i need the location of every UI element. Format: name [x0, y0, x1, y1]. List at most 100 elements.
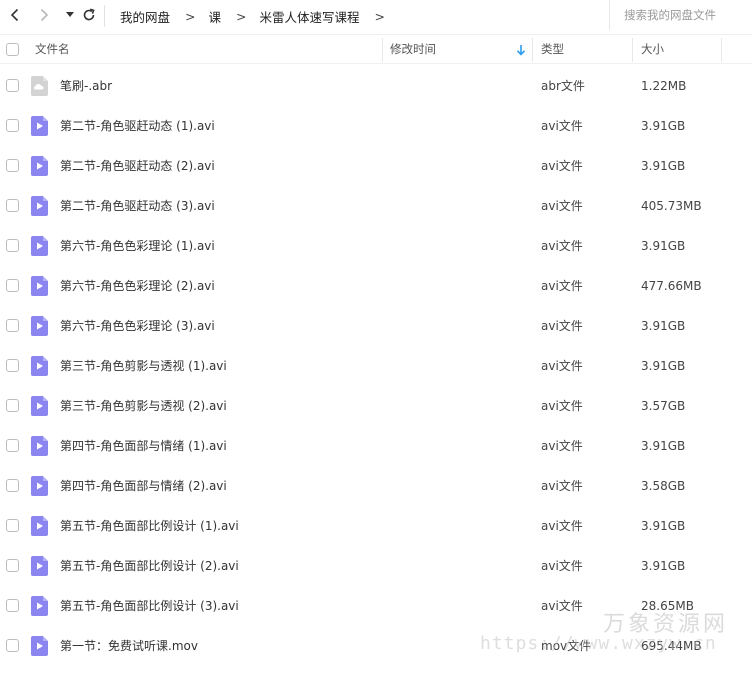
video-file-icon: [31, 276, 48, 296]
breadcrumb-item-course[interactable]: 课: [209, 7, 222, 26]
file-size: 3.91GB: [641, 319, 686, 333]
column-divider[interactable]: [532, 38, 533, 62]
file-row-checkbox[interactable]: [6, 79, 19, 92]
column-header-modified-time[interactable]: 修改时间: [390, 35, 436, 63]
file-row-checkbox[interactable]: [6, 359, 19, 372]
file-row-checkbox[interactable]: [6, 639, 19, 652]
column-divider[interactable]: [382, 38, 383, 62]
refresh-icon: [83, 8, 95, 21]
back-button[interactable]: [4, 4, 26, 26]
file-row-checkbox[interactable]: [6, 319, 19, 332]
file-row[interactable]: 第二节-角色驱赶动态 (3).avi avi文件 405.73MB: [0, 186, 752, 226]
file-row-checkbox[interactable]: [6, 519, 19, 532]
file-size: 3.57GB: [641, 399, 686, 413]
file-type: avi文件: [541, 399, 583, 413]
file-name[interactable]: 第四节-角色面部与情绪 (1).avi: [60, 426, 227, 466]
video-file-icon: [31, 116, 48, 136]
file-row[interactable]: 第六节-角色色彩理论 (1).avi avi文件 3.91GB: [0, 226, 752, 266]
file-size: 3.91GB: [641, 239, 686, 253]
file-row-checkbox[interactable]: [6, 399, 19, 412]
breadcrumb-item-current-folder[interactable]: 米雷人体速写课程: [260, 7, 360, 26]
file-name[interactable]: 笔刷-.abr: [60, 66, 112, 106]
file-size: 3.91GB: [641, 559, 686, 573]
file-row[interactable]: 第六节-角色色彩理论 (2).avi avi文件 477.66MB: [0, 266, 752, 306]
video-file-icon: [31, 556, 48, 576]
file-row-checkbox[interactable]: [6, 119, 19, 132]
column-header-name[interactable]: 文件名: [35, 35, 70, 63]
file-type: avi文件: [541, 119, 583, 133]
file-name[interactable]: 第六节-角色色彩理论 (3).avi: [60, 306, 215, 346]
file-name[interactable]: 第五节-角色面部比例设计 (2).avi: [60, 546, 239, 586]
breadcrumb-separator: >: [185, 8, 196, 24]
breadcrumb-separator: >: [236, 8, 247, 24]
file-type: avi文件: [541, 239, 583, 253]
file-size: 3.91GB: [641, 119, 686, 133]
file-type: avi文件: [541, 559, 583, 573]
file-type: avi文件: [541, 159, 583, 173]
file-name[interactable]: 第四节-角色面部与情绪 (2).avi: [60, 466, 227, 506]
video-file-icon: [31, 396, 48, 416]
navigation-bar: 我的网盘 > 课 > 米雷人体速写课程 >: [0, 0, 752, 32]
video-file-icon: [31, 316, 48, 336]
caret-down-icon: [66, 12, 74, 17]
file-row-checkbox[interactable]: [6, 279, 19, 292]
file-row[interactable]: 笔刷-.abr abr文件 1.22MB: [0, 66, 752, 106]
file-row-checkbox[interactable]: [6, 439, 19, 452]
file-row-checkbox[interactable]: [6, 559, 19, 572]
file-type: avi文件: [541, 319, 583, 333]
file-row[interactable]: 第四节-角色面部与情绪 (1).avi avi文件 3.91GB: [0, 426, 752, 466]
file-name[interactable]: 第二节-角色驱赶动态 (1).avi: [60, 106, 215, 146]
file-name[interactable]: 第三节-角色剪影与透视 (1).avi: [60, 346, 227, 386]
file-name[interactable]: 第五节-角色面部比例设计 (1).avi: [60, 506, 239, 546]
file-row-checkbox[interactable]: [6, 159, 19, 172]
file-size: 3.91GB: [641, 159, 686, 173]
sort-descending-icon[interactable]: [516, 44, 526, 56]
video-file-icon: [31, 516, 48, 536]
refresh-button[interactable]: [78, 4, 100, 26]
file-name[interactable]: 第二节-角色驱赶动态 (2).avi: [60, 146, 215, 186]
cloud-file-icon: [31, 76, 48, 96]
file-row-checkbox[interactable]: [6, 479, 19, 492]
file-row[interactable]: 第二节-角色驱赶动态 (1).avi avi文件 3.91GB: [0, 106, 752, 146]
file-type: avi文件: [541, 519, 583, 533]
file-row[interactable]: 第六节-角色色彩理论 (3).avi avi文件 3.91GB: [0, 306, 752, 346]
column-header-type[interactable]: 类型: [541, 35, 564, 63]
file-size: 1.22MB: [641, 79, 687, 93]
file-row[interactable]: 第三节-角色剪影与透视 (1).avi avi文件 3.91GB: [0, 346, 752, 386]
file-name[interactable]: 第六节-角色色彩理论 (2).avi: [60, 266, 215, 306]
select-all-checkbox[interactable]: [6, 43, 19, 56]
file-name[interactable]: 第五节-角色面部比例设计 (3).avi: [60, 586, 239, 626]
chevron-right-icon: [40, 8, 49, 22]
video-file-icon: [31, 356, 48, 376]
search-box: [609, 0, 752, 30]
file-size: 3.91GB: [641, 359, 686, 373]
breadcrumb-item-my-drive[interactable]: 我的网盘: [120, 7, 170, 26]
watermark-url: https://www.wxzyw.cn: [480, 633, 717, 654]
file-name[interactable]: 第六节-角色色彩理论 (1).avi: [60, 226, 215, 266]
file-row-checkbox[interactable]: [6, 599, 19, 612]
video-file-icon: [31, 476, 48, 496]
file-size: 405.73MB: [641, 199, 702, 213]
file-row-checkbox[interactable]: [6, 239, 19, 252]
file-row[interactable]: 第三节-角色剪影与透视 (2).avi avi文件 3.57GB: [0, 386, 752, 426]
file-row[interactable]: 第四节-角色面部与情绪 (2).avi avi文件 3.58GB: [0, 466, 752, 506]
video-file-icon: [31, 236, 48, 256]
file-size: 3.91GB: [641, 439, 686, 453]
file-name[interactable]: 第二节-角色驱赶动态 (3).avi: [60, 186, 215, 226]
file-name[interactable]: 第一节：免费试听课.mov: [60, 626, 198, 666]
column-divider[interactable]: [632, 38, 633, 62]
file-row[interactable]: 第五节-角色面部比例设计 (1).avi avi文件 3.91GB: [0, 506, 752, 546]
column-header-size[interactable]: 大小: [641, 35, 664, 63]
video-file-icon: [31, 636, 48, 656]
file-row-checkbox[interactable]: [6, 199, 19, 212]
forward-button[interactable]: [33, 4, 55, 26]
file-row[interactable]: 第二节-角色驱赶动态 (2).avi avi文件 3.91GB: [0, 146, 752, 186]
file-name[interactable]: 第三节-角色剪影与透视 (2).avi: [60, 386, 227, 426]
file-type: avi文件: [541, 439, 583, 453]
column-divider[interactable]: [721, 38, 722, 62]
file-size: 477.66MB: [641, 279, 702, 293]
file-type: avi文件: [541, 199, 583, 213]
video-file-icon: [31, 156, 48, 176]
search-input[interactable]: [624, 8, 749, 22]
file-row[interactable]: 第五节-角色面部比例设计 (2).avi avi文件 3.91GB: [0, 546, 752, 586]
